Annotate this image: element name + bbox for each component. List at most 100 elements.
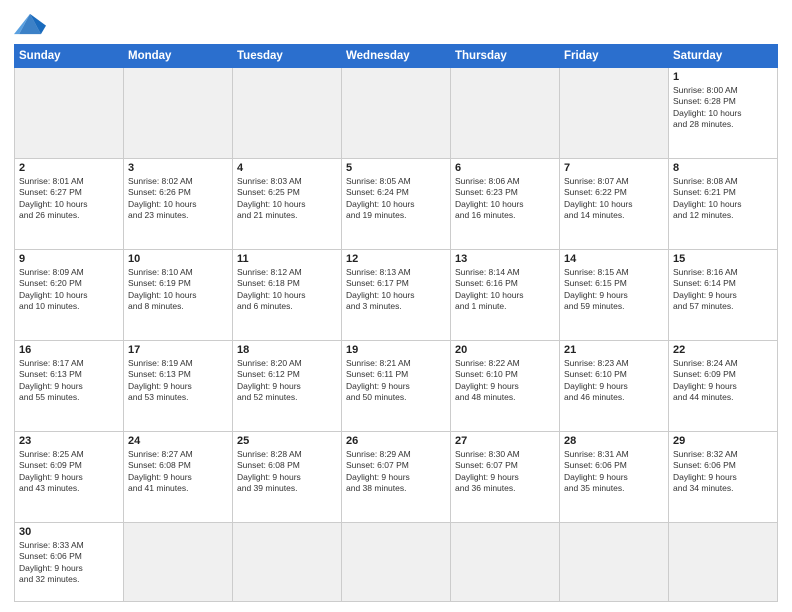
day-number: 17 [128, 344, 228, 356]
day-number: 12 [346, 253, 446, 265]
calendar-week-4: 23 Sunrise: 8:25 AM Sunset: 6:09 PM Dayli… [15, 431, 778, 522]
calendar-cell: 11Sunrise: 8:12 AM Sunset: 6:18 PM Dayli… [233, 249, 342, 340]
calendar-cell: 17 Sunrise: 8:19 AM Sunset: 6:13 PM Dayli… [124, 340, 233, 431]
day-number: 7 [564, 162, 664, 174]
calendar-cell: 6 Sunrise: 8:06 AM Sunset: 6:23 PM Daylig… [451, 158, 560, 249]
calendar-cell: 24 Sunrise: 8:27 AM Sunset: 6:08 PM Dayli… [124, 431, 233, 522]
day-number: 2 [19, 162, 119, 174]
day-number: 19 [346, 344, 446, 356]
weekday-header-saturday: Saturday [669, 45, 778, 68]
day-info: Sunrise: 8:21 AM Sunset: 6:11 PM Dayligh… [346, 358, 446, 404]
day-number: 25 [237, 435, 337, 447]
day-number: 8 [673, 162, 773, 174]
calendar-cell [560, 522, 669, 601]
calendar-cell [342, 68, 451, 159]
day-number: 1 [673, 71, 773, 83]
day-info: Sunrise: 8:03 AM Sunset: 6:25 PM Dayligh… [237, 176, 337, 222]
calendar-cell [451, 68, 560, 159]
weekday-header-row: SundayMondayTuesdayWednesdayThursdayFrid… [15, 45, 778, 68]
day-info: Sunrise: 8:15 AM Sunset: 6:15 PM Dayligh… [564, 267, 664, 313]
day-number: 28 [564, 435, 664, 447]
calendar-cell: 3Sunrise: 8:02 AM Sunset: 6:26 PM Daylig… [124, 158, 233, 249]
calendar-cell: 5Sunrise: 8:05 AM Sunset: 6:24 PM Daylig… [342, 158, 451, 249]
weekday-header-sunday: Sunday [15, 45, 124, 68]
day-number: 26 [346, 435, 446, 447]
day-number: 5 [346, 162, 446, 174]
weekday-header-monday: Monday [124, 45, 233, 68]
day-number: 20 [455, 344, 555, 356]
calendar-cell: 26 Sunrise: 8:29 AM Sunset: 6:07 PM Dayli… [342, 431, 451, 522]
day-info: Sunrise: 8:06 AM Sunset: 6:23 PM Dayligh… [455, 176, 555, 222]
calendar-cell: 29Sunrise: 8:32 AM Sunset: 6:06 PM Dayli… [669, 431, 778, 522]
weekday-header-wednesday: Wednesday [342, 45, 451, 68]
day-info: Sunrise: 8:14 AM Sunset: 6:16 PM Dayligh… [455, 267, 555, 313]
day-number: 11 [237, 253, 337, 265]
day-info: Sunrise: 8:17 AM Sunset: 6:13 PM Dayligh… [19, 358, 119, 404]
day-info: Sunrise: 8:27 AM Sunset: 6:08 PM Dayligh… [128, 449, 228, 495]
day-info: Sunrise: 8:25 AM Sunset: 6:09 PM Dayligh… [19, 449, 119, 495]
calendar-cell: 10 Sunrise: 8:10 AM Sunset: 6:19 PM Dayli… [124, 249, 233, 340]
day-number: 27 [455, 435, 555, 447]
calendar-cell: 15Sunrise: 8:16 AM Sunset: 6:14 PM Dayli… [669, 249, 778, 340]
calendar-cell: 28 Sunrise: 8:31 AM Sunset: 6:06 PM Dayli… [560, 431, 669, 522]
calendar-week-5: 30Sunrise: 8:33 AM Sunset: 6:06 PM Dayli… [15, 522, 778, 601]
day-number: 15 [673, 253, 773, 265]
day-info: Sunrise: 8:30 AM Sunset: 6:07 PM Dayligh… [455, 449, 555, 495]
calendar-cell: 7 Sunrise: 8:07 AM Sunset: 6:22 PM Daylig… [560, 158, 669, 249]
day-number: 21 [564, 344, 664, 356]
calendar-week-3: 16 Sunrise: 8:17 AM Sunset: 6:13 PM Dayli… [15, 340, 778, 431]
calendar-cell: 27 Sunrise: 8:30 AM Sunset: 6:07 PM Dayli… [451, 431, 560, 522]
day-info: Sunrise: 8:19 AM Sunset: 6:13 PM Dayligh… [128, 358, 228, 404]
day-info: Sunrise: 8:29 AM Sunset: 6:07 PM Dayligh… [346, 449, 446, 495]
day-number: 13 [455, 253, 555, 265]
calendar-cell: 19 Sunrise: 8:21 AM Sunset: 6:11 PM Dayli… [342, 340, 451, 431]
calendar-cell [233, 68, 342, 159]
calendar-week-2: 9Sunrise: 8:09 AM Sunset: 6:20 PM Daylig… [15, 249, 778, 340]
logo [14, 10, 50, 38]
calendar-cell: 1 Sunrise: 8:00 AM Sunset: 6:28 PM Daylig… [669, 68, 778, 159]
day-info: Sunrise: 8:09 AM Sunset: 6:20 PM Dayligh… [19, 267, 119, 313]
day-number: 30 [19, 526, 119, 538]
weekday-header-friday: Friday [560, 45, 669, 68]
day-number: 6 [455, 162, 555, 174]
day-info: Sunrise: 8:00 AM Sunset: 6:28 PM Dayligh… [673, 85, 773, 131]
day-info: Sunrise: 8:28 AM Sunset: 6:08 PM Dayligh… [237, 449, 337, 495]
calendar-cell: 9Sunrise: 8:09 AM Sunset: 6:20 PM Daylig… [15, 249, 124, 340]
day-info: Sunrise: 8:23 AM Sunset: 6:10 PM Dayligh… [564, 358, 664, 404]
calendar-cell: 23 Sunrise: 8:25 AM Sunset: 6:09 PM Dayli… [15, 431, 124, 522]
calendar-cell: 25 Sunrise: 8:28 AM Sunset: 6:08 PM Dayli… [233, 431, 342, 522]
day-info: Sunrise: 8:07 AM Sunset: 6:22 PM Dayligh… [564, 176, 664, 222]
day-info: Sunrise: 8:24 AM Sunset: 6:09 PM Dayligh… [673, 358, 773, 404]
calendar-cell: 4 Sunrise: 8:03 AM Sunset: 6:25 PM Daylig… [233, 158, 342, 249]
calendar-cell: 22Sunrise: 8:24 AM Sunset: 6:09 PM Dayli… [669, 340, 778, 431]
day-info: Sunrise: 8:20 AM Sunset: 6:12 PM Dayligh… [237, 358, 337, 404]
calendar-cell: 8 Sunrise: 8:08 AM Sunset: 6:21 PM Daylig… [669, 158, 778, 249]
calendar-cell: 30Sunrise: 8:33 AM Sunset: 6:06 PM Dayli… [15, 522, 124, 601]
day-number: 24 [128, 435, 228, 447]
header [14, 10, 778, 38]
day-info: Sunrise: 8:10 AM Sunset: 6:19 PM Dayligh… [128, 267, 228, 313]
day-number: 23 [19, 435, 119, 447]
day-info: Sunrise: 8:13 AM Sunset: 6:17 PM Dayligh… [346, 267, 446, 313]
day-info: Sunrise: 8:01 AM Sunset: 6:27 PM Dayligh… [19, 176, 119, 222]
calendar-cell [233, 522, 342, 601]
day-info: Sunrise: 8:32 AM Sunset: 6:06 PM Dayligh… [673, 449, 773, 495]
day-number: 3 [128, 162, 228, 174]
day-info: Sunrise: 8:31 AM Sunset: 6:06 PM Dayligh… [564, 449, 664, 495]
calendar-cell [560, 68, 669, 159]
calendar-week-0: 1 Sunrise: 8:00 AM Sunset: 6:28 PM Daylig… [15, 68, 778, 159]
day-number: 4 [237, 162, 337, 174]
day-info: Sunrise: 8:08 AM Sunset: 6:21 PM Dayligh… [673, 176, 773, 222]
calendar-cell [342, 522, 451, 601]
day-number: 16 [19, 344, 119, 356]
calendar-cell: 16 Sunrise: 8:17 AM Sunset: 6:13 PM Dayli… [15, 340, 124, 431]
calendar-cell [124, 522, 233, 601]
day-number: 14 [564, 253, 664, 265]
calendar-cell [15, 68, 124, 159]
day-number: 10 [128, 253, 228, 265]
calendar-cell: 18Sunrise: 8:20 AM Sunset: 6:12 PM Dayli… [233, 340, 342, 431]
calendar-cell: 20Sunrise: 8:22 AM Sunset: 6:10 PM Dayli… [451, 340, 560, 431]
page: SundayMondayTuesdayWednesdayThursdayFrid… [0, 0, 792, 612]
logo-icon [14, 10, 46, 38]
calendar-cell: 12 Sunrise: 8:13 AM Sunset: 6:17 PM Dayli… [342, 249, 451, 340]
